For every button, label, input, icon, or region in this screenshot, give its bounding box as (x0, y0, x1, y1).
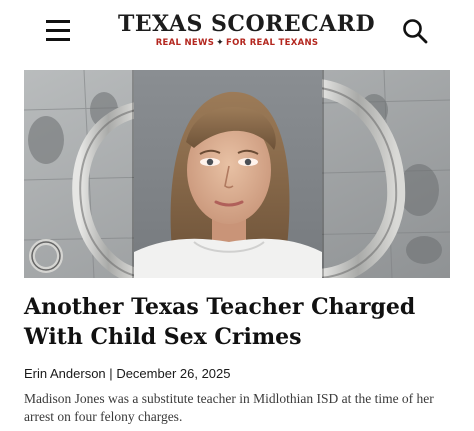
site-header: TEXAS SCORECARD REAL NEWS ✦ FOR REAL TEXAN… (0, 0, 474, 62)
mugshot-photo (134, 70, 322, 278)
search-icon[interactable] (402, 18, 428, 44)
tagline-left: REAL NEWS (155, 38, 215, 48)
logo-tagline: REAL NEWS ✦ FOR REAL TEXANS (118, 37, 356, 49)
hero-image[interactable] (24, 70, 450, 278)
article-date: December 26, 2025 (116, 366, 231, 381)
logo-title: TEXAS SCORECARD (118, 11, 376, 37)
hamburger-menu-icon[interactable] (46, 20, 70, 42)
article-teaser: Another Texas Teacher Charged With Child… (24, 292, 450, 426)
article-author[interactable]: Erin Anderson (24, 366, 106, 381)
site-logo[interactable]: TEXAS SCORECARD REAL NEWS ✦ FOR REAL TEXAN… (118, 11, 376, 51)
article-headline[interactable]: Another Texas Teacher Charged With Child… (24, 292, 450, 352)
texas-state-icon: ✦ (216, 38, 224, 48)
tagline-right: FOR REAL TEXANS (225, 38, 319, 48)
meta-separator: | (109, 366, 113, 381)
article-excerpt: Madison Jones was a substitute teacher i… (24, 391, 434, 424)
article-meta: Erin Anderson | December 26, 2025 (24, 366, 450, 382)
